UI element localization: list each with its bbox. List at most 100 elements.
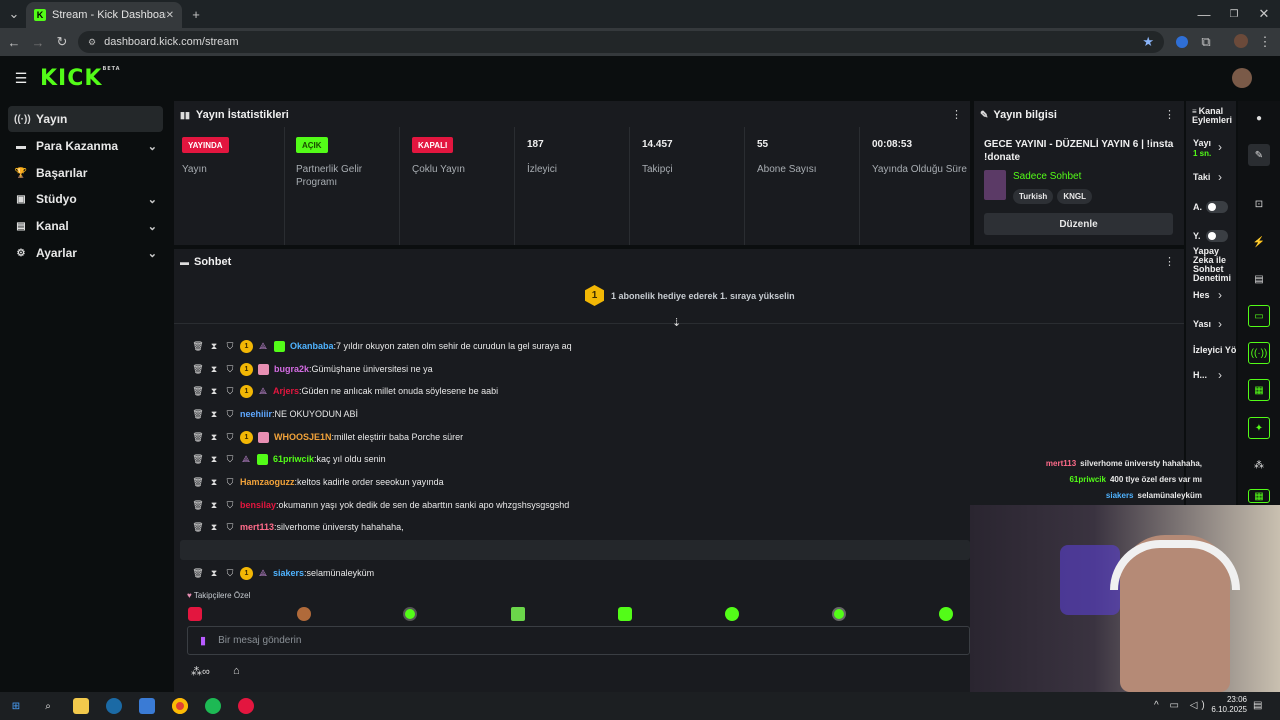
- layout-icon[interactable]: ▦: [1248, 379, 1270, 401]
- close-window-icon[interactable]: ✕: [1256, 6, 1272, 22]
- chevron-right-icon[interactable]: ›: [1218, 170, 1222, 184]
- windows-start-icon[interactable]: ⊞: [8, 698, 24, 714]
- sidebar-item-ayarlar[interactable]: ⚙ Ayarlar ⌄: [8, 240, 163, 266]
- delete-message-icon[interactable]: 🗑: [190, 432, 206, 443]
- extension-icon[interactable]: [1176, 36, 1188, 48]
- timeout-icon[interactable]: ⧗: [206, 386, 222, 397]
- profile-avatar[interactable]: [1234, 34, 1248, 48]
- kick-logo[interactable]: KICKBETA: [40, 66, 121, 91]
- chat-message[interactable]: 🗑 ⧗ ⛉ 1 ⟁ Arjers: Güden ne anlıcak millet onu…: [190, 383, 498, 399]
- emote-item[interactable]: [511, 607, 525, 621]
- extensions-puzzle-icon[interactable]: ⧉: [1198, 34, 1214, 50]
- chevron-right-icon[interactable]: ›: [1218, 317, 1222, 331]
- reload-icon[interactable]: ↻: [54, 34, 70, 50]
- minimize-icon[interactable]: —: [1196, 6, 1212, 22]
- timeout-icon[interactable]: ⧗: [206, 341, 222, 352]
- delete-message-icon[interactable]: 🗑: [190, 341, 206, 352]
- tag-chip[interactable]: KNGL: [1057, 189, 1092, 204]
- emote-item[interactable]: [832, 607, 846, 621]
- delete-message-icon[interactable]: 🗑: [190, 386, 206, 397]
- search-icon[interactable]: ⌕: [40, 698, 56, 714]
- timeout-icon[interactable]: ⧗: [206, 522, 222, 533]
- timeout-icon[interactable]: ⧗: [206, 364, 222, 375]
- delete-message-icon[interactable]: 🗑: [190, 568, 206, 579]
- restore-icon[interactable]: ❐: [1226, 6, 1242, 22]
- sidebar-item-para-kazanma[interactable]: ▬ Para Kazanma ⌄: [8, 133, 163, 159]
- url-field[interactable]: ⚙ dashboard.kick.com/stream ★: [78, 31, 1164, 53]
- toggle-switch[interactable]: [1206, 201, 1228, 213]
- system-tray-icons[interactable]: ^ ▭ ◁): [1154, 700, 1209, 711]
- emote-item[interactable]: [403, 607, 417, 621]
- spotify-icon[interactable]: [205, 698, 221, 714]
- chat-message[interactable]: 🗑 ⧗ ⛉ neehiiir: NE OKUYODUN ABİ: [190, 406, 358, 422]
- chat-message[interactable]: 🗑 ⧗ ⛉ Hamzaoguzz: keltos kadirle order seeo…: [190, 474, 443, 490]
- delete-message-icon[interactable]: 🗑: [190, 477, 206, 488]
- chat-username[interactable]: 61priwcik: [273, 454, 314, 464]
- notes-icon[interactable]: ▤: [1248, 268, 1270, 290]
- chat-bubble-icon[interactable]: ▭: [1248, 305, 1270, 327]
- clips-icon[interactable]: ▦: [1248, 489, 1270, 503]
- wrench-tool-icon[interactable]: ✦: [1248, 417, 1270, 439]
- chat-message[interactable]: 🗑 ⧗ ⛉ mert113: silverhome üniversty hahahah…: [190, 519, 403, 535]
- chat-more-icon[interactable]: ⋮: [1164, 255, 1175, 268]
- steam-icon[interactable]: [106, 698, 122, 714]
- connections-icon[interactable]: ⁂: [1248, 454, 1270, 476]
- store-icon[interactable]: ⌂: [233, 665, 240, 677]
- microphone-icon[interactable]: ▮: [200, 634, 206, 647]
- site-info-icon[interactable]: ⚙: [88, 37, 96, 48]
- chat-username[interactable]: neehiiir: [240, 409, 272, 419]
- chevron-right-icon[interactable]: ›: [1218, 368, 1222, 382]
- delete-message-icon[interactable]: 🗑: [190, 454, 206, 465]
- chrome-icon[interactable]: [172, 698, 188, 714]
- notification-icon[interactable]: ▤: [1253, 700, 1262, 711]
- timeout-icon[interactable]: ⧗: [206, 568, 222, 579]
- chat-username[interactable]: Hamzaoguzz: [240, 477, 295, 487]
- emote-item[interactable]: [297, 607, 311, 621]
- timeout-icon[interactable]: ⧗: [206, 477, 222, 488]
- bookmark-star-icon[interactable]: ★: [1142, 34, 1154, 50]
- chevron-right-icon[interactable]: ›: [1218, 288, 1222, 302]
- chat-username[interactable]: bensilay: [240, 500, 276, 510]
- chat-message[interactable]: 🗑 ⧗ ⛉ ⟁ 61priwcik: kaç yıl oldu senin: [190, 451, 386, 467]
- delete-message-icon[interactable]: 🗑: [190, 522, 206, 533]
- chat-message[interactable]: 🗑 ⧗ ⛉ 1 bugra2k: Gümüşhane üniversitesi ne y…: [190, 361, 433, 377]
- delete-message-icon[interactable]: 🗑: [190, 409, 206, 420]
- chat-username[interactable]: Okanbaba: [290, 341, 334, 351]
- clock[interactable]: 23:06 6.10.2025: [1207, 695, 1247, 715]
- user-avatar[interactable]: [1232, 68, 1252, 88]
- chat-username[interactable]: mert113: [240, 522, 274, 532]
- browser-menu-icon[interactable]: ⋮: [1258, 34, 1272, 50]
- chat-username[interactable]: siakers: [273, 568, 304, 578]
- stream-info-more-icon[interactable]: ⋮: [1164, 108, 1175, 121]
- tag-chip[interactable]: Turkish: [1013, 189, 1054, 204]
- sidebar-item-kanal[interactable]: ▤ Kanal ⌄: [8, 213, 163, 239]
- edit-stream-button[interactable]: Düzenle: [984, 213, 1173, 235]
- sidebar-item-basarilar[interactable]: 🏆 Başarılar: [8, 160, 163, 186]
- timeout-icon[interactable]: ⧗: [206, 454, 222, 465]
- forward-icon[interactable]: →: [30, 34, 46, 50]
- chat-message[interactable]: 🗑 ⧗ ⛉ bensilay: okumanın yaşı yok dedik de …: [190, 497, 569, 513]
- tab-close-icon[interactable]: ✕: [166, 10, 174, 21]
- chat-input[interactable]: ▮ Bir mesaj gönderin: [187, 626, 970, 655]
- emote-item[interactable]: [725, 607, 739, 621]
- chevron-right-icon[interactable]: ›: [1218, 140, 1222, 154]
- chat-username[interactable]: Arjers: [273, 386, 299, 396]
- info-icon[interactable]: ●: [1248, 107, 1270, 129]
- chat-message[interactable]: 🗑 ⧗ ⛉ 1 WHOOSJE1N: millet eleştirir baba Por…: [190, 429, 463, 445]
- category-link[interactable]: Sadece Sohbet: [1013, 171, 1081, 182]
- delete-message-icon[interactable]: 🗑: [190, 364, 206, 375]
- timeout-icon[interactable]: ⧗: [206, 409, 222, 420]
- hamburger-menu-icon[interactable]: ☰: [12, 70, 30, 86]
- browser-tab[interactable]: K Stream - Kick Dashboard ✕: [26, 2, 182, 28]
- delete-message-icon[interactable]: 🗑: [190, 500, 206, 511]
- sidebar-item-yayin[interactable]: ((·)) Yayın: [8, 106, 163, 132]
- lightning-icon[interactable]: ⚡: [1248, 231, 1270, 253]
- broadcast-signal-icon[interactable]: ((·)): [1248, 342, 1270, 364]
- stats-more-icon[interactable]: ⋮: [951, 108, 962, 121]
- toggle-switch[interactable]: [1206, 230, 1228, 242]
- pencil-icon[interactable]: ✎: [1248, 144, 1270, 166]
- tab-list-icon[interactable]: ⌄: [6, 6, 22, 22]
- chat-username[interactable]: bugra2k: [274, 364, 309, 374]
- timeout-icon[interactable]: ⧗: [206, 432, 222, 443]
- emote-item[interactable]: [618, 607, 632, 621]
